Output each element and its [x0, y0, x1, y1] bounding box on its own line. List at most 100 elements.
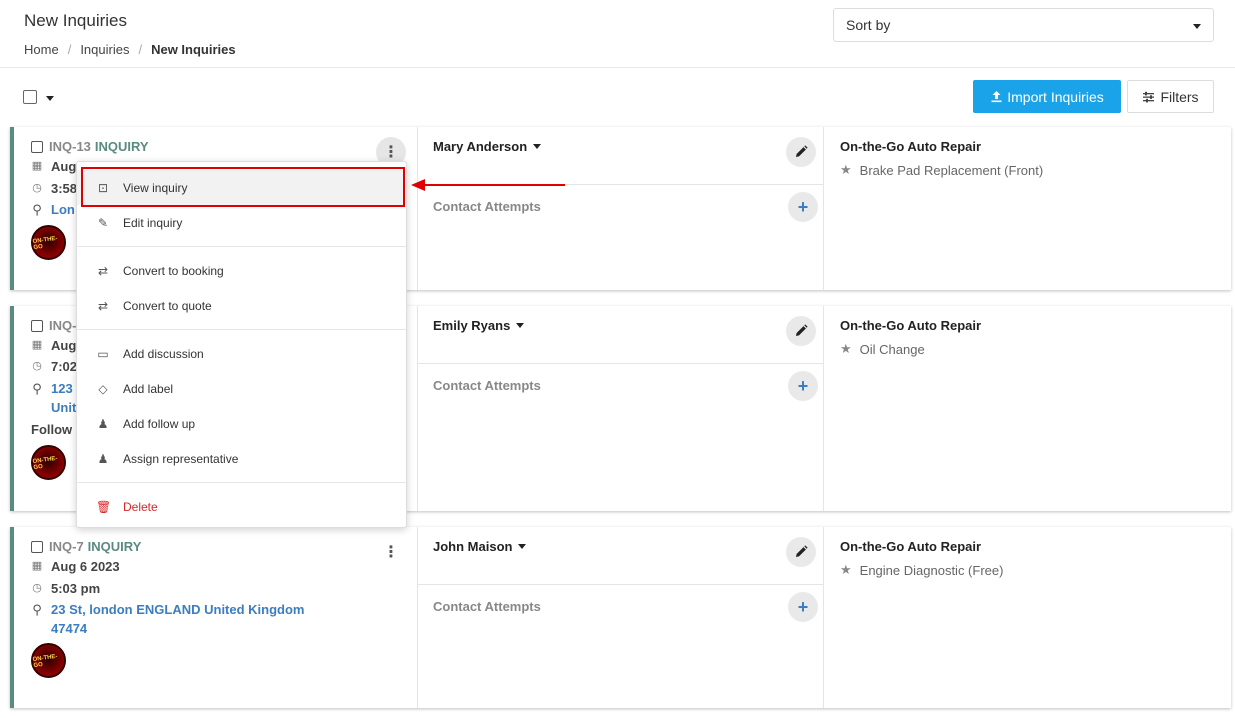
breadcrumb-inquiries[interactable]: Inquiries [80, 42, 129, 57]
exchange-icon: ⇄ [97, 263, 109, 278]
filters-button[interactable]: Filters [1127, 80, 1214, 113]
customer-name[interactable]: John Maison [433, 539, 527, 554]
customer-section: John Maison Contact Attempts + [417, 527, 823, 708]
tag-icon: ◇ [98, 381, 108, 396]
inquiry-date-text: Aug [51, 159, 77, 174]
inquiry-checkbox[interactable] [31, 140, 43, 153]
edit-pencil-icon[interactable] [786, 537, 816, 567]
comments-icon: ▭ [97, 346, 109, 361]
service-name: Engine Diagnostic (Free) [859, 562, 1004, 578]
star-icon: ★ [840, 341, 852, 356]
menu-item-add-follow-up[interactable]: ♟ Add follow up [77, 406, 406, 441]
menu-item-convert-to-quote[interactable]: ⇄ Convert to quote [77, 288, 406, 323]
contact-attempts-label: Contact Attempts [433, 378, 541, 393]
shop-logo: ON-THE-GO [31, 445, 66, 480]
menu-item-delete[interactable]: 🗑 Delete [77, 489, 406, 524]
inquiry-id: INQ-13 INQUIRY [31, 139, 149, 154]
inquiry-number[interactable]: INQ-13 [49, 139, 91, 154]
clock-icon: ◷ [32, 360, 42, 372]
sort-select[interactable]: Sort by [833, 8, 1214, 42]
import-inquiries-label: Import Inquiries [1007, 88, 1104, 105]
customer-name[interactable]: Mary Anderson [433, 139, 542, 154]
calendar-icon: ▦ [31, 560, 43, 572]
calendar-icon: ▦ [31, 160, 43, 172]
breadcrumb-current: New Inquiries [151, 42, 236, 57]
customer-name-text: Mary Anderson [433, 139, 528, 154]
star-icon: ★ [840, 562, 852, 577]
shop-name: On-the-Go Auto Repair [840, 318, 982, 333]
menu-item-label: Add discussion [123, 346, 204, 361]
clock-icon: ◷ [32, 582, 42, 594]
customer-section: Mary Anderson Contact Attempts + [417, 127, 823, 290]
page-header: New Inquiries Home / Inquiries / New Inq… [0, 0, 1235, 68]
follow-up-label: Follow [31, 422, 73, 437]
inquiry-time-text: 7:02 [51, 359, 78, 374]
logo-text: ON-THE-GO [32, 455, 58, 471]
clock-icon: ◷ [32, 182, 42, 194]
sliders-icon [1143, 91, 1155, 102]
address-line: 47474 [51, 621, 88, 636]
inquiry-address-text[interactable]: 123 Unit [51, 379, 76, 417]
inquiry-number[interactable]: INQ-7 [49, 539, 84, 554]
menu-item-label: Assign representative [123, 451, 239, 466]
logo-text: ON-THE-GO [32, 653, 58, 669]
breadcrumb-separator: / [67, 42, 72, 57]
menu-item-label: Convert to booking [123, 263, 224, 278]
menu-item-edit-inquiry[interactable]: ✎ Edit inquiry [77, 205, 406, 240]
menu-item-add-discussion[interactable]: ▭ Add discussion [77, 336, 406, 371]
inquiry-time-text: 3:58 [51, 181, 78, 196]
edit-pencil-icon[interactable] [786, 316, 816, 346]
menu-item-convert-to-booking[interactable]: ⇄ Convert to booking [77, 253, 406, 288]
menu-item-label: Add label [123, 381, 174, 396]
import-inquiries-button[interactable]: Import Inquiries [973, 80, 1121, 113]
sort-label: Sort by [846, 17, 891, 33]
customer-name[interactable]: Emily Ryans [433, 318, 525, 333]
edit-pencil-icon[interactable] [786, 137, 816, 167]
shop-logo: ON-THE-GO [31, 643, 66, 678]
logo-text: ON-THE-GO [32, 235, 58, 251]
inquiry-date: ▦ Aug 6 2023 [31, 559, 120, 574]
page-title: New Inquiries [24, 11, 127, 30]
add-contact-attempt-plus-icon[interactable]: + [788, 192, 818, 222]
shop-section: On-the-Go Auto Repair ★ Engine Diagnostic… [823, 527, 1231, 708]
menu-item-add-label[interactable]: ◇ Add label [77, 371, 406, 406]
menu-item-label: Convert to quote [123, 298, 212, 313]
inquiry-address-text[interactable]: 23 St, london ENGLAND United Kingdom 4747… [51, 600, 305, 638]
breadcrumb: Home / Inquiries / New Inquiries [24, 42, 236, 57]
exchange-icon: ⇄ [97, 298, 109, 313]
contact-attempts-label: Contact Attempts [433, 199, 541, 214]
inquiry-checkbox[interactable] [31, 319, 43, 332]
map-marker-icon: ⚲ [32, 602, 42, 617]
calendar-icon: ▦ [31, 339, 43, 351]
menu-item-assign-representative[interactable]: ♟ Assign representative [77, 441, 406, 476]
divider [418, 363, 823, 364]
inquiry-details: INQ-7 INQUIRY ▦ Aug 6 2023 ◷ 5:03 pm ⚲ 23 S… [14, 527, 417, 708]
service-name: Oil Change [859, 341, 925, 357]
inquiry-address-text[interactable]: Lon [51, 200, 75, 219]
customer-name-text: Emily Ryans [433, 318, 511, 333]
annotation-arrow [425, 184, 565, 186]
inquiry-address[interactable]: ⚲ 23 St, london ENGLAND United Kingdom 474… [31, 600, 331, 638]
inquiry-date: ▦ Aug [31, 338, 76, 353]
contact-attempts-label: Contact Attempts [433, 599, 541, 614]
inquiry-number[interactable]: INQ- [49, 318, 76, 333]
select-options-chevron-down-icon[interactable] [46, 96, 54, 101]
add-contact-attempt-plus-icon[interactable]: + [788, 371, 818, 401]
inquiry-checkbox[interactable] [31, 540, 43, 553]
menu-item-label: Edit inquiry [123, 215, 183, 230]
annotation-arrow-head-icon [411, 179, 425, 191]
chevron-down-icon [518, 544, 527, 549]
inquiry-id: INQ-7 INQUIRY [31, 539, 141, 554]
menu-separator [77, 329, 406, 330]
breadcrumb-home[interactable]: Home [24, 42, 59, 57]
service-item: ★ Brake Pad Replacement (Front) [840, 162, 1043, 178]
service-name: Brake Pad Replacement (Front) [859, 162, 1044, 178]
inquiry-time-text: 5:03 pm [51, 581, 101, 596]
inquiry-date: ▦ Aug [31, 159, 76, 174]
select-all-checkbox[interactable] [23, 90, 37, 104]
address-line: 23 St, london ENGLAND United Kingdom [51, 602, 305, 617]
more-options-icon[interactable]: ⋮ [376, 537, 406, 567]
add-contact-attempt-plus-icon[interactable]: + [788, 592, 818, 622]
inquiry-date-text: Aug 6 2023 [51, 559, 120, 574]
user-plus-icon: ♟ [97, 416, 109, 431]
